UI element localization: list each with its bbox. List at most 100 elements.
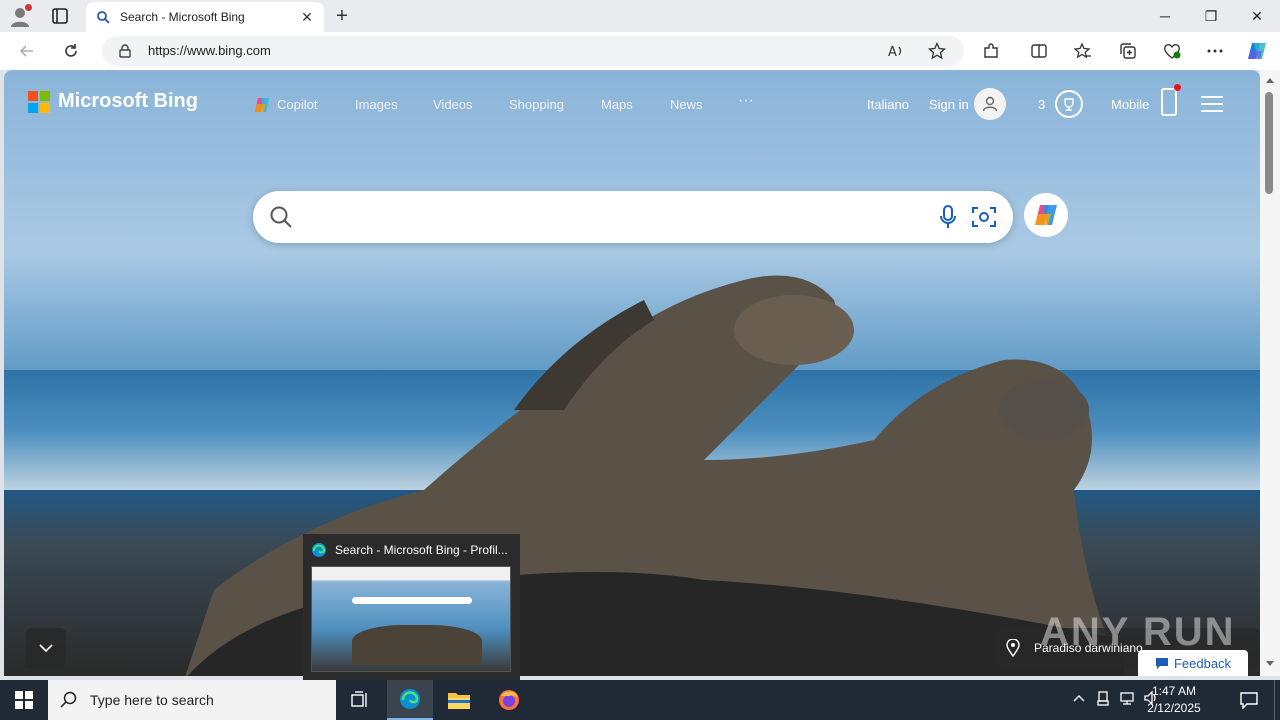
tab-bing[interactable]: Search - Microsoft Bing ✕ [86,2,324,32]
taskbar-clock[interactable]: 1:47 AM 2/12/2025 [1136,683,1212,717]
profile-button[interactable] [8,4,32,28]
taskbar-firefox-button[interactable] [486,680,532,720]
nav-copilot[interactable]: Copilot [277,97,317,112]
minimize-button[interactable]: ─ [1142,0,1188,32]
favorites-button[interactable] [1072,40,1094,62]
network-tray-button[interactable] [1118,690,1136,710]
bing-logo[interactable]: Microsoft Bing [28,90,198,113]
visual-search-icon[interactable] [971,205,997,229]
collections-icon [1120,43,1136,59]
copilot-icon [1248,43,1266,59]
tab-actions-icon [52,8,68,24]
split-screen-button[interactable] [1028,40,1050,62]
edge-icon [400,689,420,709]
mobile-link[interactable]: Mobile [1111,97,1149,112]
arrow-left-icon [19,45,33,57]
back-button[interactable] [16,40,38,62]
feedback-button[interactable]: Feedback [1138,650,1248,676]
close-window-button[interactable]: ✕ [1234,0,1280,32]
rewards-count[interactable]: 3 [1038,97,1045,112]
refresh-button[interactable] [60,40,82,62]
hamburger-menu-button[interactable] [1201,96,1223,112]
windows-taskbar: Type here to search 1:47 AM 2/12/2025 [0,680,1280,720]
tab-actions-button[interactable] [50,6,70,26]
tab-close-button[interactable]: ✕ [300,10,314,24]
show-hidden-icons-button[interactable] [1070,690,1088,710]
search-icon [270,206,292,228]
start-button[interactable] [0,680,48,720]
bing-homepage: Microsoft Bing Copilot Images Videos Sho… [4,70,1260,676]
avatar[interactable] [974,88,1006,120]
scroll-down-button[interactable] [26,628,66,668]
tab-bar: Search - Microsoft Bing ✕ + ─ ❐ ✕ [0,0,1280,32]
restore-button[interactable]: ❐ [1188,0,1234,32]
navigation-bar: https://www.bing.com A [0,32,1280,70]
taskbar-search-placeholder: Type here to search [90,692,214,708]
action-center-button[interactable] [1226,680,1272,720]
scroll-up-icon[interactable] [1265,76,1275,84]
collections-button[interactable] [1117,40,1139,62]
copilot-nav-icon [255,98,269,112]
rewards-button[interactable] [1055,90,1083,118]
usb-device-icon [1097,691,1109,706]
nav-shopping[interactable]: Shopping [509,97,564,112]
lock-icon[interactable] [118,44,132,58]
sign-in-link[interactable]: Sign in [929,97,969,112]
new-tab-button[interactable]: + [332,6,352,26]
copilot-icon [1035,205,1057,225]
taskbar-preview[interactable]: Search - Microsoft Bing - Profil... [303,534,520,680]
feedback-label: Feedback [1173,655,1232,671]
clock-time: 1:47 AM [1151,684,1197,698]
taskbar-search-box[interactable]: Type here to search [48,680,336,720]
scroll-down-icon[interactable] [1265,660,1275,668]
copilot-search-button[interactable] [1024,193,1068,237]
language-link[interactable]: Italiano [867,97,909,112]
page-scrollbar[interactable] [1260,70,1280,676]
nav-more[interactable]: ··· [738,92,754,110]
nav-images[interactable]: Images [355,97,398,112]
nav-news[interactable]: News [670,97,703,112]
folder-icon [448,693,470,709]
windows-logo-icon [15,691,33,709]
clock-date: 2/12/2025 [1147,701,1201,715]
more-dots-icon [1207,49,1223,53]
taskbar-edge-button[interactable] [387,680,433,720]
nav-videos[interactable]: Videos [433,97,473,112]
settings-more-button[interactable] [1204,40,1226,62]
extensions-button[interactable] [980,40,1002,62]
show-desktop-button[interactable] [1274,680,1280,720]
task-view-button[interactable] [337,680,383,720]
task-view-icon [351,691,367,707]
notification-dot [1174,84,1181,91]
scroll-thumb[interactable] [1265,92,1273,194]
user-icon [982,96,998,112]
copilot-sidebar-button[interactable] [1246,40,1268,62]
taskbar-file-explorer-button[interactable] [436,680,482,720]
profile-alert-dot [25,4,32,11]
firefox-icon [499,690,519,710]
browser-essentials-button[interactable] [1161,40,1183,62]
search-input[interactable] [253,191,1013,243]
search-icon [60,691,77,708]
address-bar[interactable]: https://www.bing.com A [102,36,964,66]
url-text[interactable]: https://www.bing.com [148,43,271,58]
location-pin-icon [1006,639,1020,657]
network-icon [1120,692,1134,705]
search-icon [97,11,110,24]
chevron-down-icon [39,644,53,653]
trophy-icon [1064,98,1074,111]
microphone-icon[interactable] [939,205,957,229]
nav-maps[interactable]: Maps [601,97,633,112]
usb-tray-button[interactable] [1094,690,1112,710]
anyrun-watermark: ANY RUN [1040,610,1236,654]
read-aloud-icon[interactable]: A [888,43,906,59]
favorites-icon [1074,42,1091,59]
mobile-phone-icon[interactable] [1161,84,1181,116]
preview-title: Search - Microsoft Bing - Profil... [335,543,508,557]
preview-thumbnail[interactable] [311,566,511,672]
split-screen-icon [1031,44,1047,58]
feedback-icon [1155,657,1168,669]
svg-text:A: A [888,45,897,59]
favorite-star-icon[interactable] [928,42,946,60]
edge-icon [312,543,326,557]
